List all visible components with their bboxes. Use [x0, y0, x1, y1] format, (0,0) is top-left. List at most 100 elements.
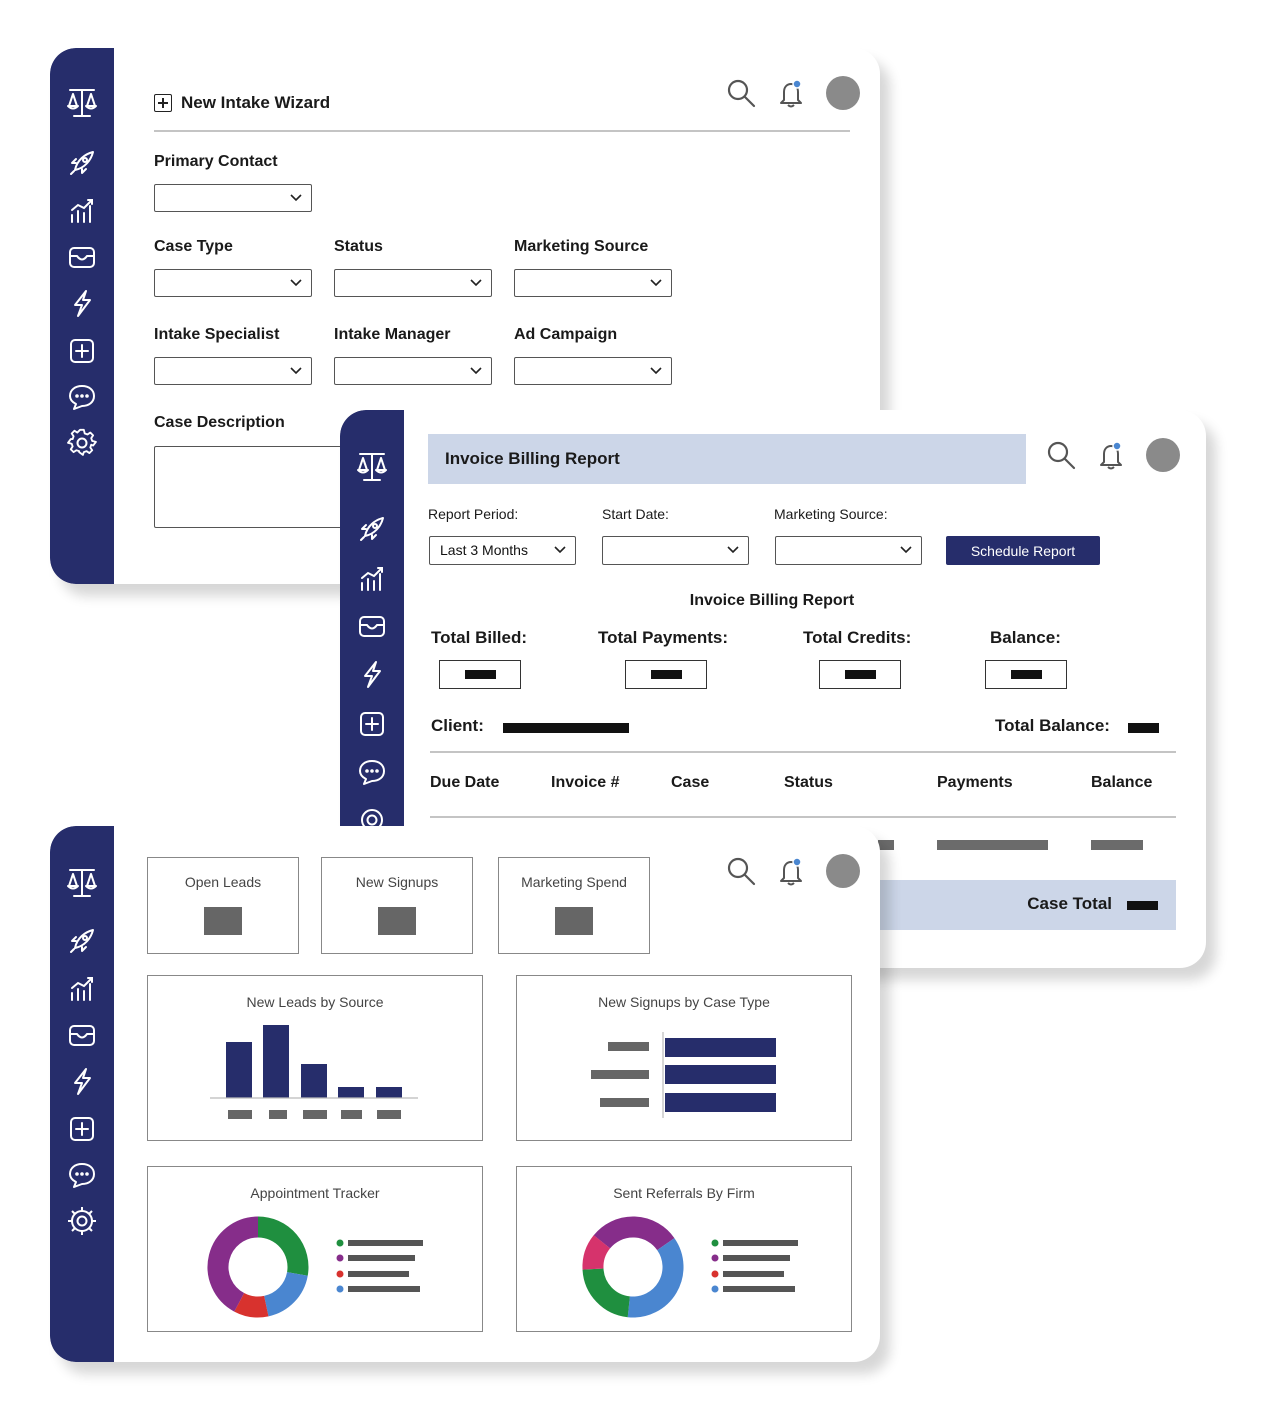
case-type-label: Case Type — [154, 238, 233, 255]
primary-contact-label: Primary Contact — [154, 153, 278, 170]
chat-bubble-icon[interactable] — [357, 757, 387, 787]
chevron-down-icon — [290, 367, 302, 375]
col-case: Case — [671, 774, 710, 791]
intake-manager-select[interactable] — [334, 357, 492, 385]
row-payments-placeholder — [937, 840, 1048, 850]
ad-campaign-label: Ad Campaign — [514, 326, 618, 343]
total-payments-value — [625, 660, 707, 689]
gear-icon[interactable] — [67, 428, 97, 458]
plus-square-icon[interactable] — [67, 336, 97, 366]
col-payments: Payments — [937, 774, 1013, 791]
scales-of-justice-icon[interactable] — [355, 450, 389, 484]
kpi-open-leads[interactable]: Open Leads — [147, 857, 299, 954]
start-date-select[interactable] — [602, 536, 749, 565]
total-credits-value — [819, 660, 901, 689]
kpi-marketing-spend[interactable]: Marketing Spend — [498, 857, 650, 954]
legend-line — [723, 1240, 798, 1246]
intake-specialist-label: Intake Specialist — [154, 326, 280, 343]
x-label-5 — [377, 1110, 401, 1119]
plus-square-icon[interactable] — [67, 1114, 97, 1144]
bar-4 — [338, 1087, 364, 1098]
report-section-title: Invoice Billing Report — [689, 592, 855, 609]
case-type-select[interactable] — [154, 269, 312, 297]
chevron-down-icon — [650, 367, 662, 375]
lightning-icon[interactable] — [357, 659, 387, 689]
avatar[interactable] — [826, 76, 860, 110]
divider — [430, 751, 1176, 753]
wizard-title-text: New Intake Wizard — [181, 93, 331, 112]
bar-chart-icon[interactable] — [67, 196, 97, 226]
kpi-value-placeholder — [378, 907, 416, 935]
bell-icon[interactable] — [1096, 440, 1126, 470]
scales-of-justice-icon[interactable] — [65, 86, 99, 120]
legend-dot-red — [711, 1270, 719, 1278]
marketing-source-select[interactable] — [514, 269, 672, 297]
chat-bubble-icon[interactable] — [67, 382, 97, 412]
bar-3 — [301, 1064, 327, 1098]
dashboard-window: Open Leads New Signups Marketing Spend N… — [50, 826, 880, 1362]
plus-box-icon[interactable] — [154, 94, 172, 112]
lightning-icon[interactable] — [67, 288, 97, 318]
kpi-title: Open Leads — [184, 874, 262, 890]
status-select[interactable] — [334, 269, 492, 297]
panel-new-signups-by-case-type[interactable]: New Signups by Case Type — [516, 975, 852, 1141]
inbox-icon[interactable] — [67, 242, 97, 272]
search-icon[interactable] — [726, 78, 756, 108]
chat-bubble-icon[interactable] — [67, 1160, 97, 1190]
report-period-select[interactable]: Last 3 Months — [429, 536, 576, 565]
panel-new-leads-by-source[interactable]: New Leads by Source — [147, 975, 483, 1141]
sidebar — [50, 48, 114, 584]
kpi-new-signups[interactable]: New Signups — [321, 857, 473, 954]
bar-chart-icon[interactable] — [357, 564, 387, 594]
search-icon[interactable] — [1046, 440, 1076, 470]
donut-segment-blue — [263, 1271, 308, 1317]
x-label-3 — [303, 1110, 327, 1119]
intake-specialist-select[interactable] — [154, 357, 312, 385]
referrals-donut-chart — [582, 1216, 798, 1318]
plus-square-icon[interactable] — [357, 709, 387, 739]
schedule-report-button[interactable]: Schedule Report — [946, 536, 1100, 565]
avatar[interactable] — [1146, 438, 1180, 472]
rocket-icon[interactable] — [357, 514, 387, 544]
bar-chart-icon[interactable] — [67, 974, 97, 1004]
donut-legend — [711, 1239, 798, 1293]
y-label-1 — [608, 1042, 649, 1051]
kpi-title: New Signups — [355, 874, 439, 890]
total-balance-value — [1128, 723, 1159, 733]
report-period-value: Last 3 Months — [440, 542, 528, 558]
chevron-down-icon — [290, 194, 302, 202]
bell-icon[interactable] — [776, 78, 806, 108]
kpi-value-placeholder — [204, 907, 242, 935]
total-billed-value — [439, 660, 521, 689]
legend-dot-blue — [336, 1285, 344, 1293]
col-balance: Balance — [1091, 774, 1153, 791]
primary-contact-select[interactable] — [154, 184, 312, 212]
inbox-icon[interactable] — [67, 1020, 97, 1050]
panel-appointment-tracker[interactable]: Appointment Tracker — [147, 1166, 483, 1332]
legend-line — [348, 1255, 415, 1261]
legend-line — [723, 1255, 790, 1261]
lightning-icon[interactable] — [67, 1066, 97, 1096]
rocket-icon[interactable] — [67, 926, 97, 956]
scales-of-justice-icon[interactable] — [65, 866, 99, 900]
panel-sent-referrals-by-firm[interactable]: Sent Referrals By Firm — [516, 1166, 852, 1332]
donut-legend — [336, 1239, 423, 1293]
search-icon[interactable] — [726, 856, 756, 886]
chevron-down-icon — [470, 279, 482, 287]
gear-icon[interactable] — [67, 1206, 97, 1236]
avatar[interactable] — [826, 854, 860, 888]
status-label: Status — [334, 238, 383, 255]
inbox-icon[interactable] — [357, 611, 387, 641]
legend-dot-purple — [336, 1254, 344, 1262]
donut-segment-red — [234, 1292, 269, 1318]
donut-segment-pink — [582, 1235, 611, 1270]
ad-campaign-select[interactable] — [514, 357, 672, 385]
rocket-icon[interactable] — [67, 148, 97, 178]
bell-icon[interactable] — [776, 856, 806, 886]
donut-segment-purple — [593, 1216, 675, 1251]
intake-manager-label: Intake Manager — [334, 326, 451, 343]
legend-line — [348, 1271, 409, 1277]
chevron-down-icon — [900, 546, 912, 554]
start-date-label: Start Date: — [602, 506, 669, 522]
marketing-source-select[interactable] — [775, 536, 922, 565]
